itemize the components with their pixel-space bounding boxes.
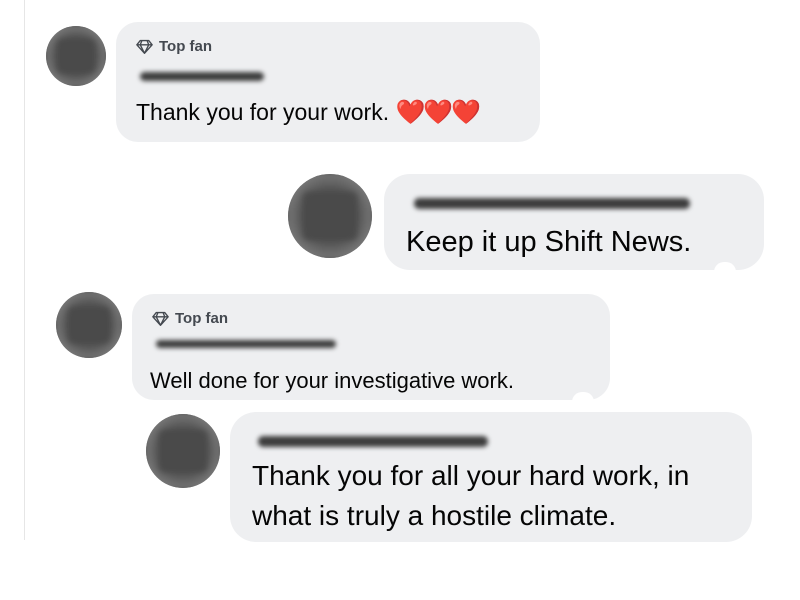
avatar[interactable] — [56, 292, 122, 358]
commenter-name-redacted[interactable] — [258, 436, 488, 447]
thread-line — [24, 0, 25, 540]
top-fan-label: Top fan — [159, 38, 213, 55]
commenter-name-redacted[interactable] — [414, 198, 690, 209]
comment-text: Thank you for your work. ❤️❤️❤️ — [136, 99, 482, 126]
diamond-icon — [136, 39, 153, 54]
comment-bubble: Top fan Well done for your investigative… — [132, 294, 610, 402]
top-fan-label: Top fan — [175, 310, 229, 327]
comment-text: Well done for your investigative work. — [150, 368, 514, 393]
comment-bubble: Keep it up Shift News. — [384, 174, 764, 272]
avatar[interactable] — [46, 26, 106, 86]
top-fan-badge[interactable]: Top fan — [152, 310, 228, 327]
avatar[interactable] — [146, 414, 220, 488]
heart-emoji: ❤️❤️❤️ — [395, 99, 482, 126]
comment-text-line-2: what is truly a hostile climate. — [252, 500, 617, 531]
comment-text-line-1: Thank you for all your hard work, in — [252, 460, 690, 491]
diamond-icon — [152, 311, 169, 326]
avatar[interactable] — [288, 174, 372, 258]
top-fan-badge[interactable]: Top fan — [136, 38, 212, 55]
comment-bubble: Top fan Thank you for your work. ❤️❤️❤️ — [116, 22, 540, 142]
commenter-name-redacted[interactable] — [140, 72, 264, 81]
commenter-name-redacted[interactable] — [156, 340, 336, 348]
comment-bubble: Thank you for all your hard work, in wha… — [230, 412, 752, 542]
comment-text: Keep it up Shift News. — [406, 226, 692, 258]
